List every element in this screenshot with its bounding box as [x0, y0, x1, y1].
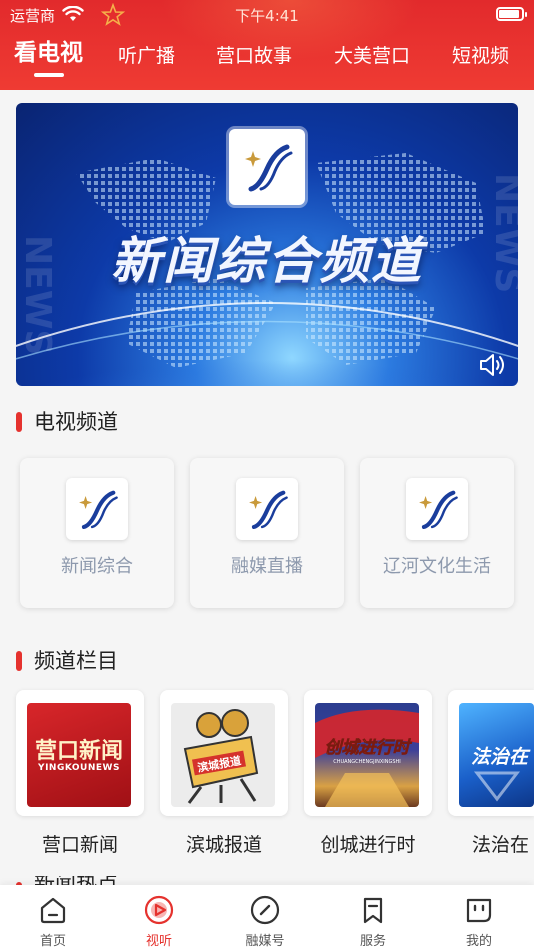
thumbnail-title: 创城进行时: [325, 738, 413, 758]
thumbnail-graphic: 法治在: [471, 746, 531, 802]
program-label[interactable]: 营口新闻: [16, 830, 144, 857]
program-thumbnail: 营口新闻 YINGKOUNEWS: [27, 703, 131, 807]
channel-card-news[interactable]: 新闻综合: [20, 458, 174, 608]
program-thumbnail: 滨城报道: [171, 703, 275, 807]
bookmark-icon: [363, 897, 383, 924]
program-card-yingkou-news[interactable]: 营口新闻 YINGKOUNEWS: [16, 690, 144, 816]
channel-logo-icon: [66, 478, 128, 540]
banner-title: 新闻综合频道: [111, 232, 423, 290]
program-label[interactable]: 滨城报道: [160, 830, 288, 857]
channel-logo-icon: [236, 478, 298, 540]
home-icon: [40, 897, 66, 924]
play-icon: [144, 895, 174, 925]
active-tab-indicator: [34, 73, 64, 77]
channel-logo-icon: [406, 478, 468, 540]
channel-label: 新闻综合: [61, 556, 133, 577]
status-bar: 运营商 下午4:41: [0, 0, 534, 30]
tab-yingkou-stories[interactable]: 营口故事: [216, 41, 292, 71]
tab-radio[interactable]: 听广播: [118, 41, 175, 71]
program-card-rule-of-law[interactable]: 法治在: [448, 690, 534, 816]
nav-label: 服务: [359, 934, 386, 949]
nav-item-profile[interactable]: 我的: [426, 885, 532, 950]
nav-item-media-account[interactable]: 融媒号: [212, 885, 318, 950]
battery-icon: [496, 7, 527, 21]
volume-icon[interactable]: [478, 352, 508, 378]
nav-label: 融媒号: [245, 934, 285, 949]
channel-label: 辽河文化生活: [383, 556, 491, 577]
top-tabs: 看电视 听广播 营口故事 大美营口 短视频: [0, 38, 534, 78]
compass-icon: [250, 895, 280, 925]
status-time: 下午4:41: [235, 7, 299, 25]
thumbnail-title: 法治在: [471, 746, 531, 768]
tv-channels-heading: 电视频道: [16, 408, 216, 436]
program-thumbnail: 法治在: [459, 703, 534, 807]
nav-item-services[interactable]: 服务: [320, 885, 426, 950]
face-icon: [466, 898, 492, 923]
nav-label: 首页: [39, 934, 66, 949]
program-thumbnail: 创城进行时 CHUANGCHENGJINXINGSHI: [315, 703, 419, 807]
channel-card-culture[interactable]: 辽河文化生活: [360, 458, 514, 608]
nav-label: 我的: [465, 934, 492, 949]
bottom-navigation: 首页 视听 融媒号 服务 我的: [0, 885, 534, 950]
film-camera-graphic: 滨城报道: [183, 709, 259, 804]
nav-item-home[interactable]: 首页: [0, 885, 106, 950]
program-label[interactable]: 法治在: [448, 830, 534, 857]
tab-watch-tv[interactable]: 看电视: [14, 38, 83, 68]
tab-beautiful-yingkou[interactable]: 大美营口: [334, 41, 410, 71]
program-label[interactable]: 创城进行时: [304, 830, 432, 857]
thumbnail-subtitle: YINGKOUNEWS: [38, 763, 120, 773]
program-card-bincheng-report[interactable]: 滨城报道: [160, 690, 288, 816]
nav-label: 视听: [145, 934, 172, 949]
stage-graphic: 创城进行时 CHUANGCHENGJINXINGSHI: [315, 709, 419, 807]
channel-label: 融媒直播: [231, 556, 303, 577]
thumbnail-subtitle: CHUANGCHENGJINXINGSHI: [333, 759, 401, 765]
channel-logo: [229, 129, 305, 205]
section-marker: [16, 412, 22, 432]
section-marker: [16, 651, 22, 671]
channel-banner[interactable]: NEWS NEWS 新闻综合频道: [16, 103, 518, 386]
tab-short-video[interactable]: 短视频: [452, 41, 509, 71]
section-title: 频道栏目: [34, 649, 118, 673]
nav-item-media[interactable]: 视听: [106, 885, 212, 950]
section-title: 电视频道: [34, 410, 118, 434]
program-card-civilized-city[interactable]: 创城进行时 CHUANGCHENGJINXINGSHI: [304, 690, 432, 816]
channel-card-live[interactable]: 融媒直播: [190, 458, 344, 608]
thumbnail-title: 营口新闻: [34, 739, 123, 764]
app-header: 运营商 下午4:41 看电视 听广播 营口故事 大美营口 短视频: [0, 0, 534, 90]
programs-heading: 频道栏目: [16, 647, 216, 675]
